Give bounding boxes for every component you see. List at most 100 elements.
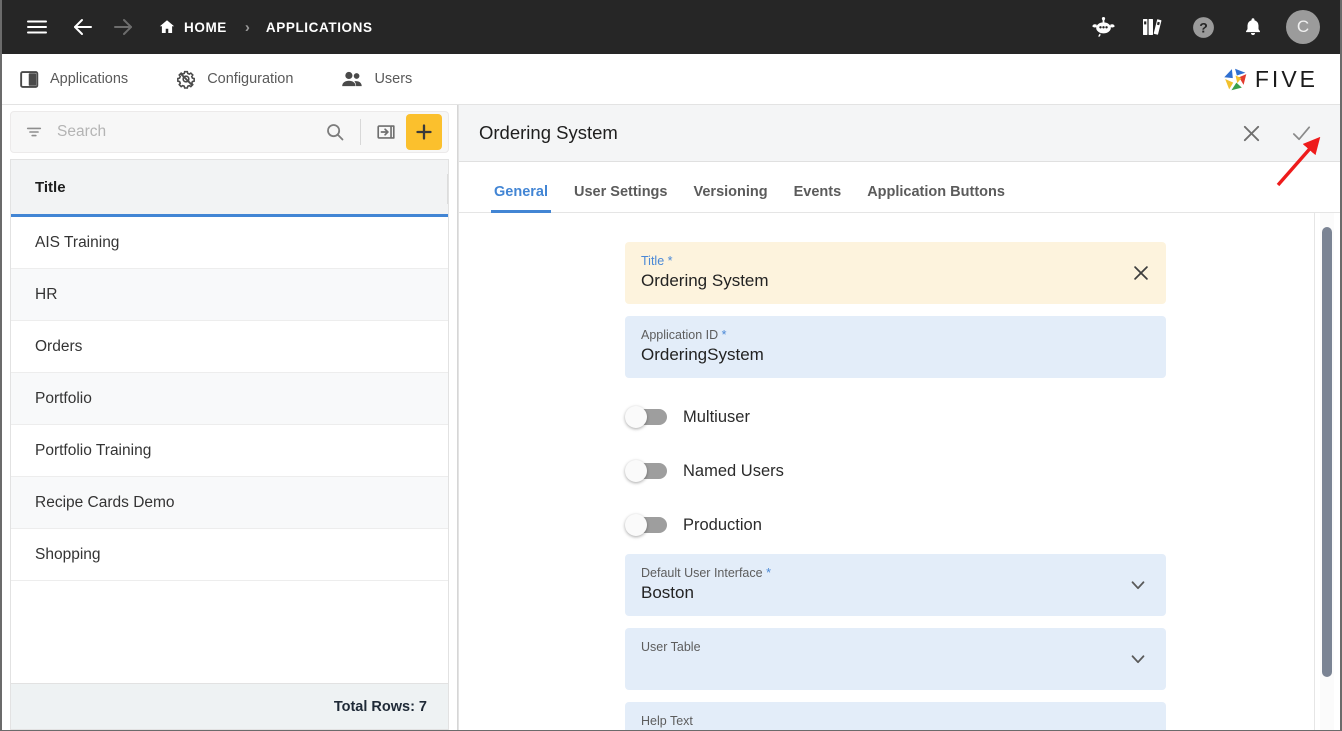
toggle-knob	[625, 406, 647, 428]
books-library-icon[interactable]	[1136, 10, 1170, 44]
tab-application-buttons[interactable]: Application Buttons	[854, 184, 1018, 212]
home-icon	[158, 18, 176, 36]
field-user-table-box[interactable]: User Table	[625, 628, 1166, 690]
toggle-multiuser-label: Multiuser	[683, 407, 750, 426]
toggle-named-users[interactable]	[625, 460, 667, 482]
scrollbar-thumb[interactable]	[1322, 227, 1332, 677]
field-application-id[interactable]: Application ID * OrderingSystem	[625, 316, 1166, 378]
nav-item-configuration-label: Configuration	[207, 71, 294, 87]
toggle-row-multiuser[interactable]: Multiuser	[625, 390, 1340, 444]
toggle-row-production[interactable]: Production	[625, 498, 1340, 552]
robot-chat-icon[interactable]	[1086, 10, 1120, 44]
breadcrumb-home-label: HOME	[184, 19, 227, 35]
toggle-multiuser[interactable]	[625, 406, 667, 428]
field-title-value: Ordering System	[641, 271, 769, 290]
confirm-checkmark-button[interactable]	[1286, 118, 1316, 148]
nav-item-applications[interactable]: Applications	[20, 70, 128, 89]
help-icon[interactable]: ?	[1186, 10, 1220, 44]
application-detail-panel: Ordering System General User Settings Ve…	[458, 105, 1340, 730]
chevron-down-icon[interactable]	[1128, 649, 1148, 669]
detail-tabs: General User Settings Versioning Events …	[459, 162, 1340, 213]
form-scrollbar[interactable]	[1320, 213, 1334, 730]
field-user-table-label: User Table	[641, 640, 701, 654]
nav-item-users-label: Users	[374, 71, 413, 87]
table-row[interactable]: Portfolio Training	[11, 425, 448, 477]
field-title-label: Title *	[641, 254, 673, 268]
clear-x-icon[interactable]	[1131, 263, 1151, 283]
nav-item-configuration[interactable]: Configuration	[176, 69, 293, 89]
field-default-user-interface-label: Default User Interface *	[641, 566, 771, 580]
search-box[interactable]	[10, 111, 449, 153]
nav-item-applications-label: Applications	[50, 71, 129, 87]
nav-item-users[interactable]: Users	[341, 70, 412, 89]
field-default-user-interface-box[interactable]: Default User Interface * Boston	[625, 554, 1166, 616]
users-group-icon	[341, 70, 363, 89]
field-default-user-interface[interactable]: Default User Interface * Boston	[625, 554, 1166, 616]
field-application-id-value: OrderingSystem	[641, 345, 764, 364]
general-form: Title * Ordering System Application ID *…	[459, 213, 1340, 730]
field-help-text-box[interactable]: Help Text Click to add	[625, 702, 1166, 730]
field-application-id-box[interactable]: Application ID * OrderingSystem	[625, 316, 1166, 378]
detail-header-actions	[1236, 118, 1322, 148]
top-bar-actions: ? C	[1086, 10, 1326, 44]
page-title: Ordering System	[479, 122, 618, 143]
field-user-table-value	[641, 656, 1150, 678]
field-user-table[interactable]: User Table	[625, 628, 1166, 690]
secondary-navigation-bar: Applications Configuration Users FIVE	[2, 54, 1340, 105]
breadcrumb-home[interactable]: HOME	[158, 18, 227, 36]
required-marker: *	[762, 566, 771, 580]
required-marker: *	[664, 254, 673, 268]
field-title[interactable]: Title * Ordering System	[625, 242, 1166, 304]
search-toolbar	[2, 105, 457, 159]
five-logo-text: FIVE	[1254, 65, 1318, 92]
field-help-text[interactable]: Help Text Click to add	[625, 702, 1166, 730]
close-x-icon[interactable]	[1236, 118, 1266, 148]
field-title-box[interactable]: Title * Ordering System	[625, 242, 1166, 304]
grid-column-header-title[interactable]: Title	[11, 160, 448, 217]
toggle-production-label: Production	[683, 515, 762, 534]
detail-header: Ordering System	[459, 105, 1340, 162]
five-pinwheel-icon	[1222, 66, 1249, 93]
notification-bell-icon[interactable]	[1236, 10, 1270, 44]
tab-versioning[interactable]: Versioning	[680, 184, 780, 212]
applications-list-panel: Title AIS Training HR Orders Portfolio P…	[2, 105, 458, 730]
table-row[interactable]: AIS Training	[11, 217, 448, 269]
chevron-down-icon[interactable]	[1128, 575, 1148, 595]
table-row[interactable]: HR	[11, 269, 448, 321]
grid-empty-space	[11, 581, 448, 673]
toggle-row-named-users[interactable]: Named Users	[625, 444, 1340, 498]
search-icon[interactable]	[319, 116, 351, 148]
field-default-user-interface-value: Boston	[641, 583, 694, 602]
import-icon[interactable]	[370, 116, 402, 148]
form-scroll-area: Title * Ordering System Application ID *…	[459, 213, 1340, 730]
toggle-knob	[625, 514, 647, 536]
configuration-gear-icon	[176, 69, 196, 89]
tab-user-settings[interactable]: User Settings	[561, 184, 680, 212]
table-row[interactable]: Recipe Cards Demo	[11, 477, 448, 529]
field-help-text-label: Help Text	[641, 714, 693, 728]
table-row[interactable]: Shopping	[11, 529, 448, 581]
applications-grid: Title AIS Training HR Orders Portfolio P…	[10, 159, 449, 683]
tab-general[interactable]: General	[481, 184, 561, 213]
field-application-id-label: Application ID *	[641, 328, 727, 342]
breadcrumb-separator: ›	[244, 18, 250, 36]
breadcrumb-current-label: APPLICATIONS	[265, 19, 373, 35]
top-navigation-bar: HOME › APPLICATIONS ? C	[2, 0, 1340, 57]
total-rows-status: Total Rows: 7	[10, 683, 449, 730]
hamburger-menu-icon[interactable]	[20, 10, 54, 44]
tab-events[interactable]: Events	[781, 184, 855, 212]
search-input[interactable]	[57, 123, 319, 141]
svg-text:?: ?	[1199, 19, 1208, 35]
filter-icon[interactable]	[25, 123, 43, 141]
arrow-forward-icon[interactable]	[106, 10, 140, 44]
applications-panel-icon	[20, 70, 39, 89]
arrow-back-icon[interactable]	[66, 10, 100, 44]
application-window: HOME › APPLICATIONS ? C Applications Con…	[0, 0, 1342, 731]
table-row[interactable]: Portfolio	[11, 373, 448, 425]
toggle-production[interactable]	[625, 514, 667, 536]
avatar[interactable]: C	[1286, 10, 1320, 44]
grid-rows: AIS Training HR Orders Portfolio Portfol…	[11, 217, 448, 683]
required-marker: *	[718, 328, 727, 342]
table-row[interactable]: Orders	[11, 321, 448, 373]
add-application-button[interactable]	[406, 114, 442, 150]
